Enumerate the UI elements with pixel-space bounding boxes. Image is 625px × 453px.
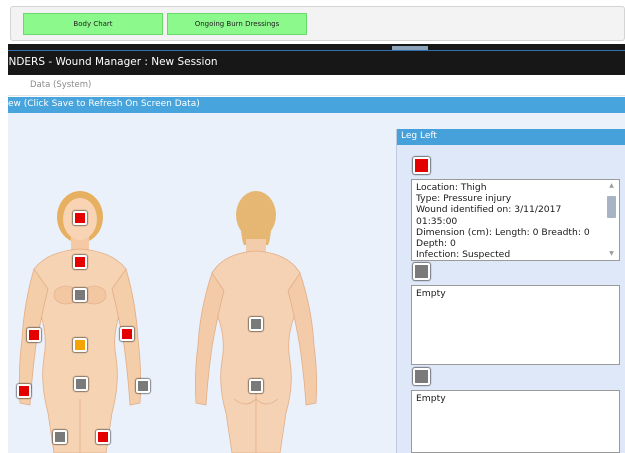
banner-text: ew (Click Save to Refresh On Screen Data… (8, 99, 200, 109)
tab-ongoing-burn-dressings[interactable]: Ongoing Burn Dressings (167, 13, 307, 35)
wound-marker-arm-right[interactable] (27, 328, 41, 342)
entry-line: Depth: 0 (416, 238, 456, 250)
wound-marker-abdomen[interactable] (73, 338, 87, 352)
window-titlebar: WINDERS - Wound Manager : New Session (0, 44, 625, 75)
wound-marker-pelvis[interactable] (74, 377, 88, 391)
entry-line: Empty (416, 393, 446, 404)
wound-marker-arm-left[interactable] (120, 327, 134, 341)
wound-marker-hand-right[interactable] (17, 384, 31, 398)
wound-detail-panel: Leg Left Location: Thigh Type: Pressure … (396, 129, 625, 453)
wound-marker-face[interactable] (73, 211, 87, 225)
wound-entry-empty: Empty (411, 390, 620, 453)
wound-marker-chest[interactable] (73, 288, 87, 302)
wound-marker-hand-left[interactable] (136, 379, 150, 393)
scroll-down-arrow-icon[interactable]: ▼ (606, 250, 617, 258)
wound-entry-detail: Location: Thigh Type: Pressure injury Wo… (411, 179, 620, 261)
wound-marker-leg-right[interactable] (53, 430, 67, 444)
scroll-up-arrow-icon[interactable]: ▲ (606, 182, 617, 190)
entry-line: Infection: Suspected (416, 249, 511, 261)
subtab-strip: Data (System) (8, 75, 625, 96)
divider (8, 50, 625, 51)
body-figure-front (18, 191, 142, 453)
panel-title: Leg Left (397, 129, 625, 145)
entry-line: 01:35:00 (416, 215, 458, 227)
entry-line: Location: Thigh (416, 182, 487, 193)
entry-marker-grey[interactable] (413, 368, 430, 385)
entry-marker-grey[interactable] (413, 263, 430, 280)
scroll-thumb[interactable] (607, 196, 616, 218)
wound-entry-empty: Empty (411, 285, 620, 365)
toolbar: Body Chart Ongoing Burn Dressings (10, 6, 625, 41)
entry-line: Wound identified on: 3/11/2017 (416, 204, 562, 216)
wound-marker-back[interactable] (249, 317, 263, 331)
tab-body-chart[interactable]: Body Chart (23, 13, 163, 35)
window-title: WINDERS - Wound Manager : New Session (0, 56, 218, 68)
entry-line: Type: Pressure injury (416, 193, 512, 205)
entry-line: Dimension (cm): Length: 0 Breadth: 0 (416, 226, 590, 238)
entry-marker-red[interactable] (413, 157, 430, 174)
body-figure-back (194, 191, 318, 453)
wound-marker-neck[interactable] (73, 255, 87, 269)
entry-line: Empty (416, 288, 446, 299)
vertical-scrollbar[interactable]: ▲ ▼ (606, 182, 617, 258)
top-toolbar-area: Body Chart Ongoing Burn Dressings (0, 0, 625, 44)
wound-marker-leg-left[interactable] (96, 430, 110, 444)
info-banner: ew (Click Save to Refresh On Screen Data… (8, 97, 625, 113)
wound-marker-buttocks[interactable] (249, 379, 263, 393)
tab-data-system[interactable]: Data (System) (30, 80, 91, 90)
